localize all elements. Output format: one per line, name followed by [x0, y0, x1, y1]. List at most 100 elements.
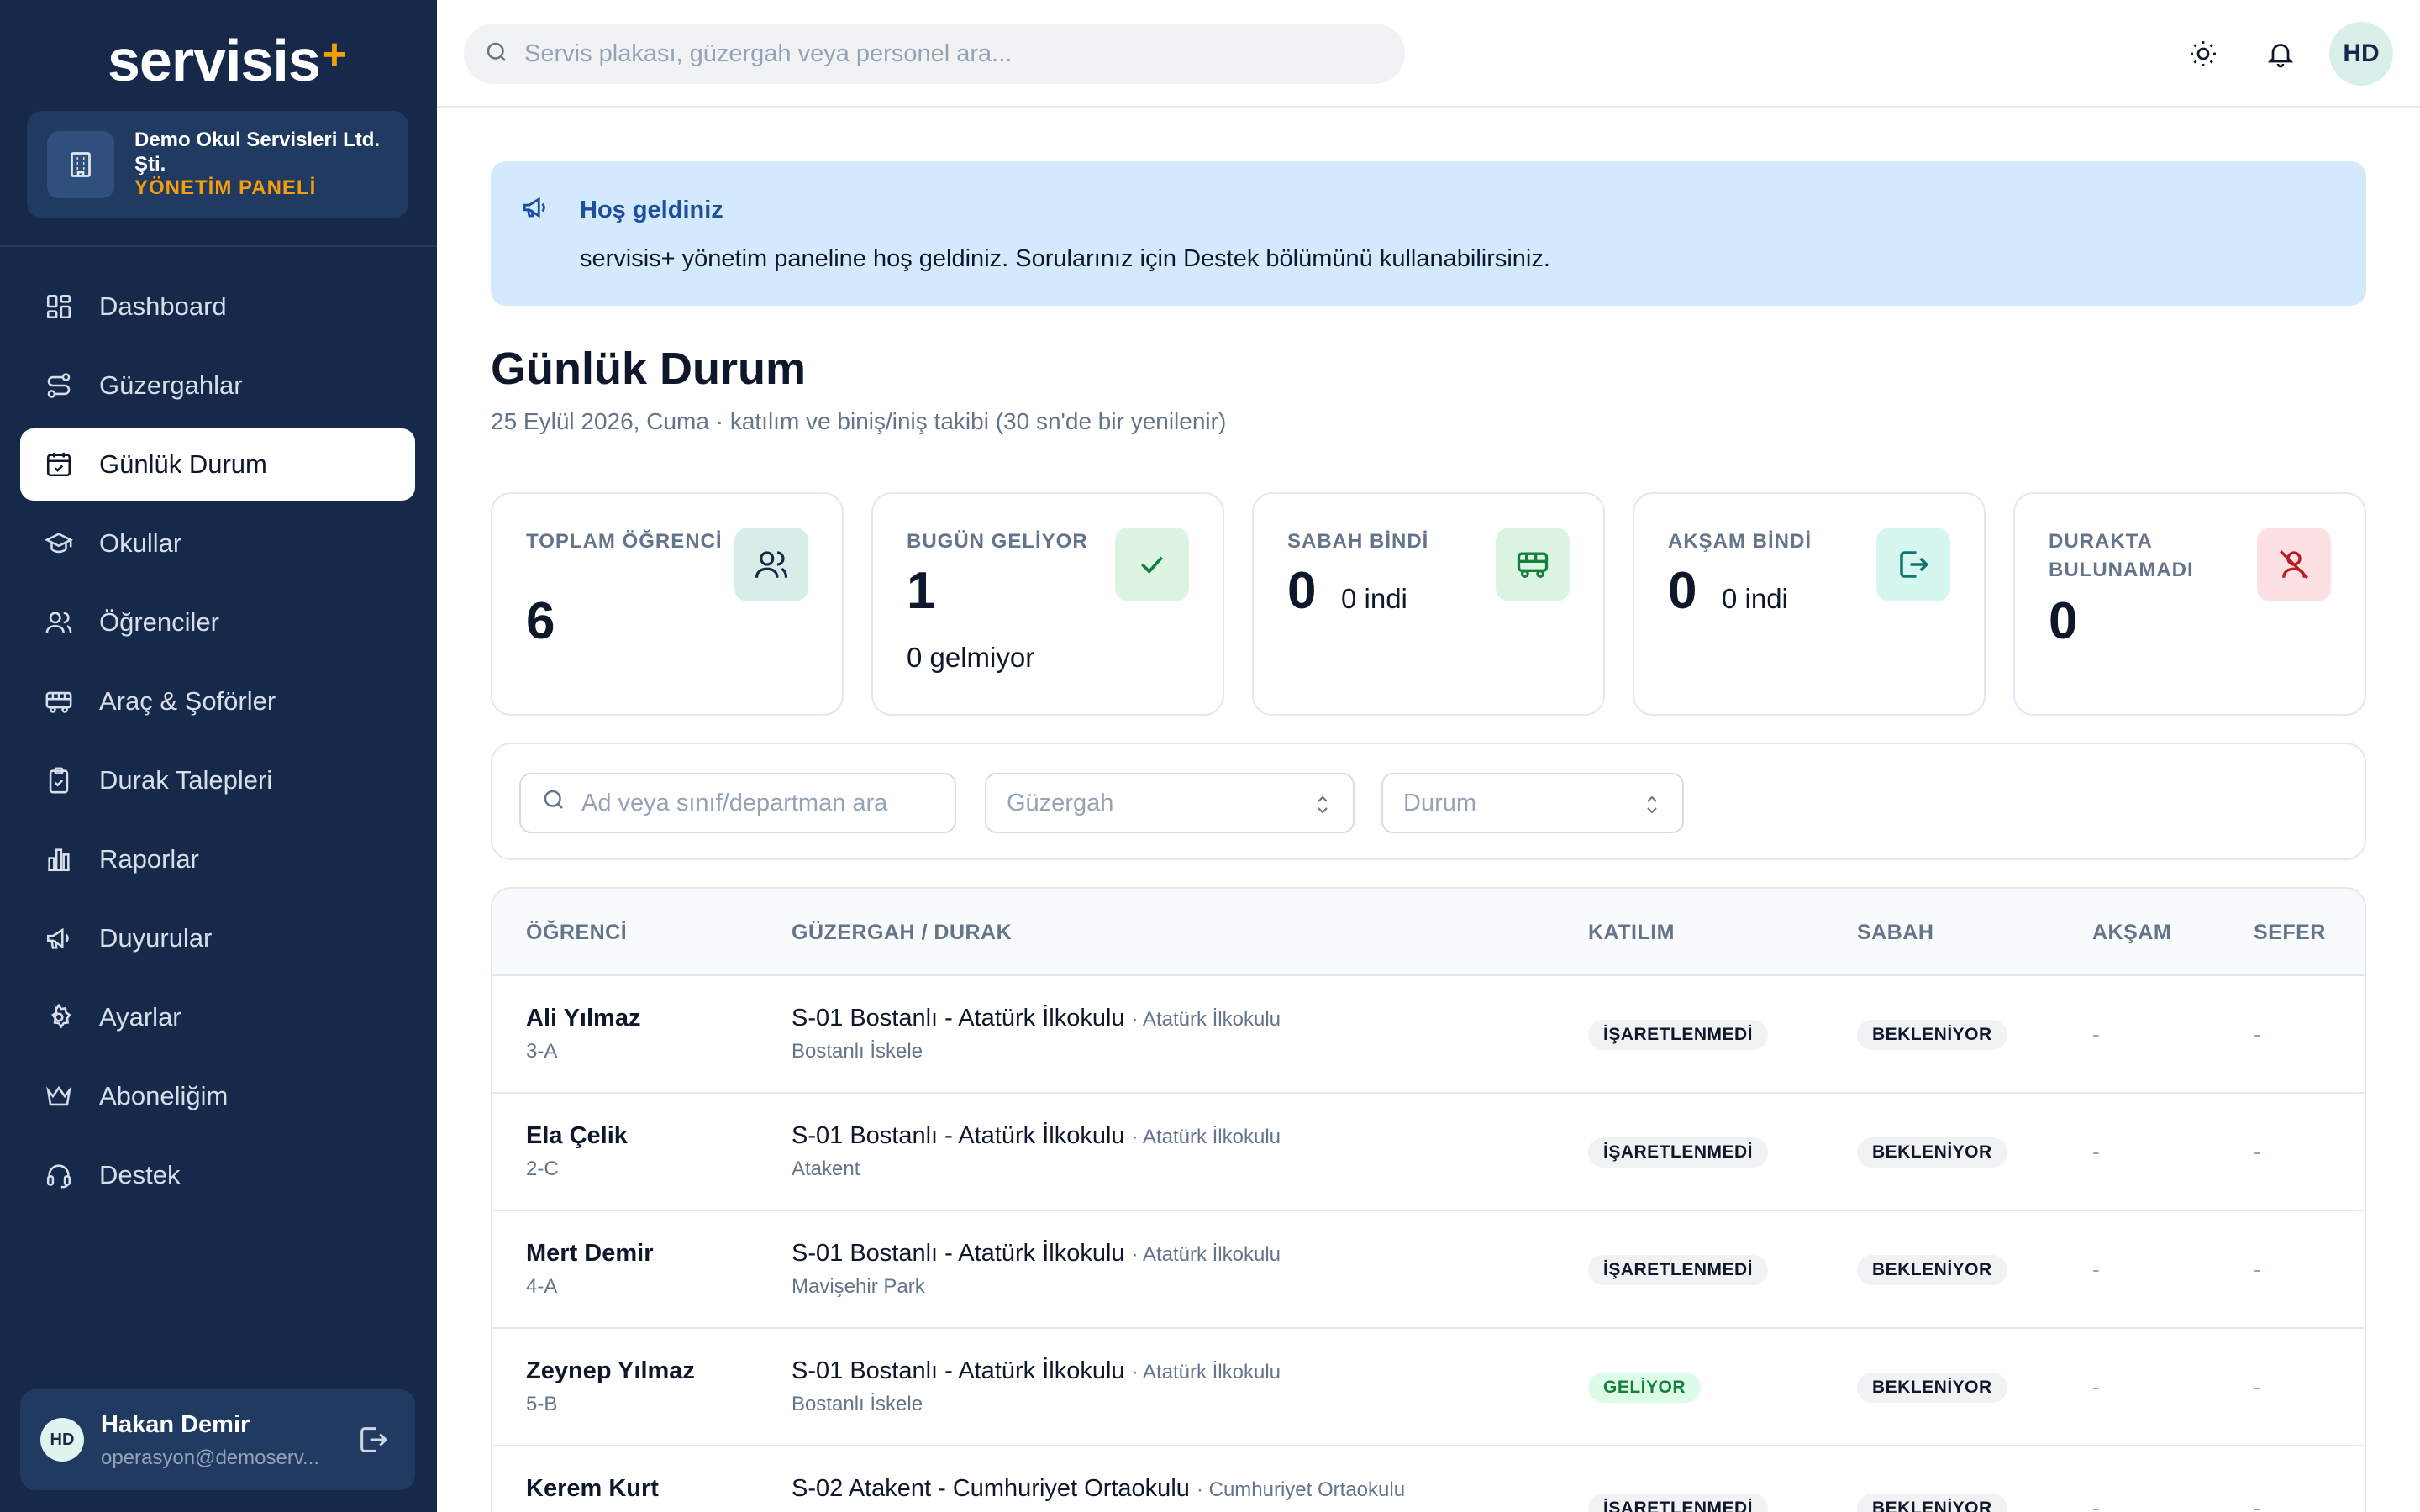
- search-icon: [541, 787, 566, 819]
- stat-value: 0: [1668, 562, 1697, 620]
- nav-item-students[interactable]: Öğrenciler: [20, 586, 415, 659]
- logout-icon: [1876, 528, 1950, 601]
- sidebar-nav: Dashboard Güzergahlar Günlük Durum Okull…: [20, 270, 415, 1218]
- route-select[interactable]: Güzergah: [985, 773, 1355, 833]
- nav-item-label: Duyurular: [99, 923, 213, 953]
- nav-item-routes[interactable]: Güzergahlar: [20, 349, 415, 422]
- global-search[interactable]: [464, 24, 1405, 84]
- nav-item-label: Aboneliğim: [99, 1081, 229, 1110]
- column-header-attendance[interactable]: KATILIM: [1588, 921, 1675, 945]
- clipboard-icon: [44, 765, 74, 795]
- calendar-check-icon: [44, 449, 74, 480]
- column-header-student[interactable]: ÖĞRENCİ: [526, 921, 627, 945]
- morning-status-badge: BEKLENİYOR: [1857, 1137, 2007, 1168]
- nav-item-label: Güzergahlar: [99, 370, 243, 400]
- theme-toggle-sun-icon[interactable]: [2183, 34, 2223, 74]
- page-subtitle: 25 Eylül 2026, Cuma · katılım ve biniş/i…: [491, 408, 1227, 434]
- status-select[interactable]: Durum: [1381, 773, 1684, 833]
- student-search-placeholder: Ad veya sınıf/departman ara: [581, 789, 888, 816]
- avatar: HD: [40, 1418, 84, 1462]
- table-row[interactable]: Zeynep Yılmaz 5-B S-01 Bostanlı - Atatür…: [492, 1329, 2365, 1446]
- user-x-icon: [2257, 528, 2331, 601]
- table-row[interactable]: Ela Çelik 2-C S-01 Bostanlı - Atatürk İl…: [492, 1094, 2365, 1211]
- column-header-route-stop[interactable]: GÜZERGAH / DURAK: [792, 921, 1012, 945]
- stat-sub: 0 gelmiyor: [907, 642, 1035, 673]
- student-name: Ela Çelik: [526, 1122, 628, 1149]
- nav-item-dashboard[interactable]: Dashboard: [20, 270, 415, 343]
- user-card[interactable]: HD Hakan Demir operasyon@demoserv...: [20, 1389, 415, 1490]
- trip-status: -: [2254, 1495, 2261, 1512]
- student-class: 5-B: [526, 1393, 558, 1415]
- table-row[interactable]: Kerem Kurt S-02 Atakent - Cumhuriyet Ort…: [492, 1446, 2365, 1512]
- headset-icon: [44, 1160, 74, 1190]
- nav-item-label: Destek: [99, 1160, 181, 1189]
- morning-status-badge: BEKLENİYOR: [1857, 1020, 2007, 1050]
- sidebar-divider: [0, 245, 437, 247]
- daily-status-table: ÖĞRENCİ GÜZERGAH / DURAK KATILIM SABAH A…: [491, 887, 2366, 1512]
- attendance-badge: İŞARETLENMEDİ: [1588, 1494, 1769, 1512]
- column-header-trip[interactable]: SEFER: [2254, 921, 2326, 945]
- evening-status: -: [2092, 1257, 2100, 1282]
- route-school: · Atatürk İlkokulu: [1131, 1243, 1281, 1266]
- chevron-up-down-icon: [1642, 793, 1662, 816]
- settings-icon: [44, 1002, 74, 1032]
- route-school: · Atatürk İlkokulu: [1131, 1008, 1281, 1031]
- stat-aside: 0 indi: [1722, 583, 1788, 614]
- table-row[interactable]: Ali Yılmaz 3-A S-01 Bostanlı - Atatürk İ…: [492, 976, 2365, 1094]
- student-search-field[interactable]: Ad veya sınıf/departman ara: [519, 773, 956, 833]
- morning-status-badge: BEKLENİYOR: [1857, 1255, 2007, 1285]
- morning-status-badge: BEKLENİYOR: [1857, 1494, 2007, 1512]
- route-icon: [44, 370, 74, 401]
- avatar[interactable]: HD: [2329, 22, 2393, 86]
- nav-item-reports[interactable]: Raporlar: [20, 823, 415, 895]
- stop-name: Bostanlı İskele: [792, 1393, 923, 1415]
- nav-item-label: Dashboard: [99, 291, 227, 321]
- nav-item-vehicles-drivers[interactable]: Araç & Şoförler: [20, 665, 415, 738]
- stop-name: Bostanlı İskele: [792, 1040, 923, 1063]
- stat-card-morning-boarded: SABAH BİNDİ 0 0 indi: [1252, 492, 1605, 716]
- nav-item-schools[interactable]: Okullar: [20, 507, 415, 580]
- table-row[interactable]: Mert Demir 4-A S-01 Bostanlı - Atatürk İ…: [492, 1211, 2365, 1329]
- column-header-morning[interactable]: SABAH: [1857, 921, 1933, 945]
- banner-title: Hoş geldiniz: [580, 197, 723, 223]
- page-title: Günlük Durum: [491, 344, 806, 394]
- welcome-banner: Hoş geldiniz servisis+ yönetim paneline …: [491, 161, 2366, 306]
- users-icon: [44, 607, 74, 638]
- route-school: · Atatürk İlkokulu: [1131, 1361, 1281, 1383]
- stop-name: Mavişehir Park: [792, 1275, 925, 1298]
- dashboard-icon: [44, 291, 74, 322]
- nav-item-daily-status[interactable]: Günlük Durum: [20, 428, 415, 501]
- logout-icon[interactable]: [356, 1423, 390, 1457]
- filter-bar: Ad veya sınıf/departman ara Güzergah Dur…: [491, 743, 2366, 860]
- route-name: S-01 Bostanlı - Atatürk İlkokulu · Atatü…: [792, 1357, 1281, 1384]
- stat-label: TOPLAM ÖĞRENCİ: [526, 530, 723, 553]
- trip-status: -: [2254, 1021, 2261, 1047]
- nav-item-subscription[interactable]: Aboneliğim: [20, 1060, 415, 1132]
- stat-label: DURAKTA BULUNAMADI: [2049, 530, 2194, 581]
- notifications-bell-icon[interactable]: [2260, 34, 2301, 74]
- stop-name: Atakent: [792, 1158, 860, 1180]
- stat-card-evening-boarded: AKŞAM BİNDİ 0 0 indi: [1633, 492, 1986, 716]
- nav-item-announcements[interactable]: Duyurular: [20, 902, 415, 974]
- route-school: · Atatürk İlkokulu: [1131, 1126, 1281, 1148]
- student-class: 2-C: [526, 1158, 559, 1180]
- app-logo[interactable]: servisis+: [108, 27, 347, 94]
- topbar: HD: [437, 0, 2420, 108]
- nav-item-label: Okullar: [99, 528, 182, 558]
- stat-value: 6: [526, 592, 555, 650]
- route-name: S-01 Bostanlı - Atatürk İlkokulu · Atatü…: [792, 1240, 1281, 1267]
- stat-value: 0: [2049, 592, 2078, 650]
- attendance-badge: İŞARETLENMEDİ: [1588, 1255, 1769, 1285]
- status-select-placeholder: Durum: [1403, 789, 1477, 816]
- nav-item-settings[interactable]: Ayarlar: [20, 981, 415, 1053]
- route-name: S-01 Bostanlı - Atatürk İlkokulu · Atatü…: [792, 1005, 1281, 1032]
- organization-card[interactable]: Demo Okul Servisleri Ltd. Şti. YÖNETİM P…: [27, 111, 408, 218]
- nav-item-support[interactable]: Destek: [20, 1139, 415, 1211]
- check-icon: [1115, 528, 1189, 601]
- nav-item-stop-requests[interactable]: Durak Talepleri: [20, 744, 415, 816]
- column-header-evening[interactable]: AKŞAM: [2092, 921, 2171, 945]
- attendance-badge: İŞARETLENMEDİ: [1588, 1020, 1769, 1050]
- global-search-input[interactable]: [524, 39, 1365, 68]
- route-name: S-01 Bostanlı - Atatürk İlkokulu · Atatü…: [792, 1122, 1281, 1149]
- student-name: Ali Yılmaz: [526, 1005, 641, 1032]
